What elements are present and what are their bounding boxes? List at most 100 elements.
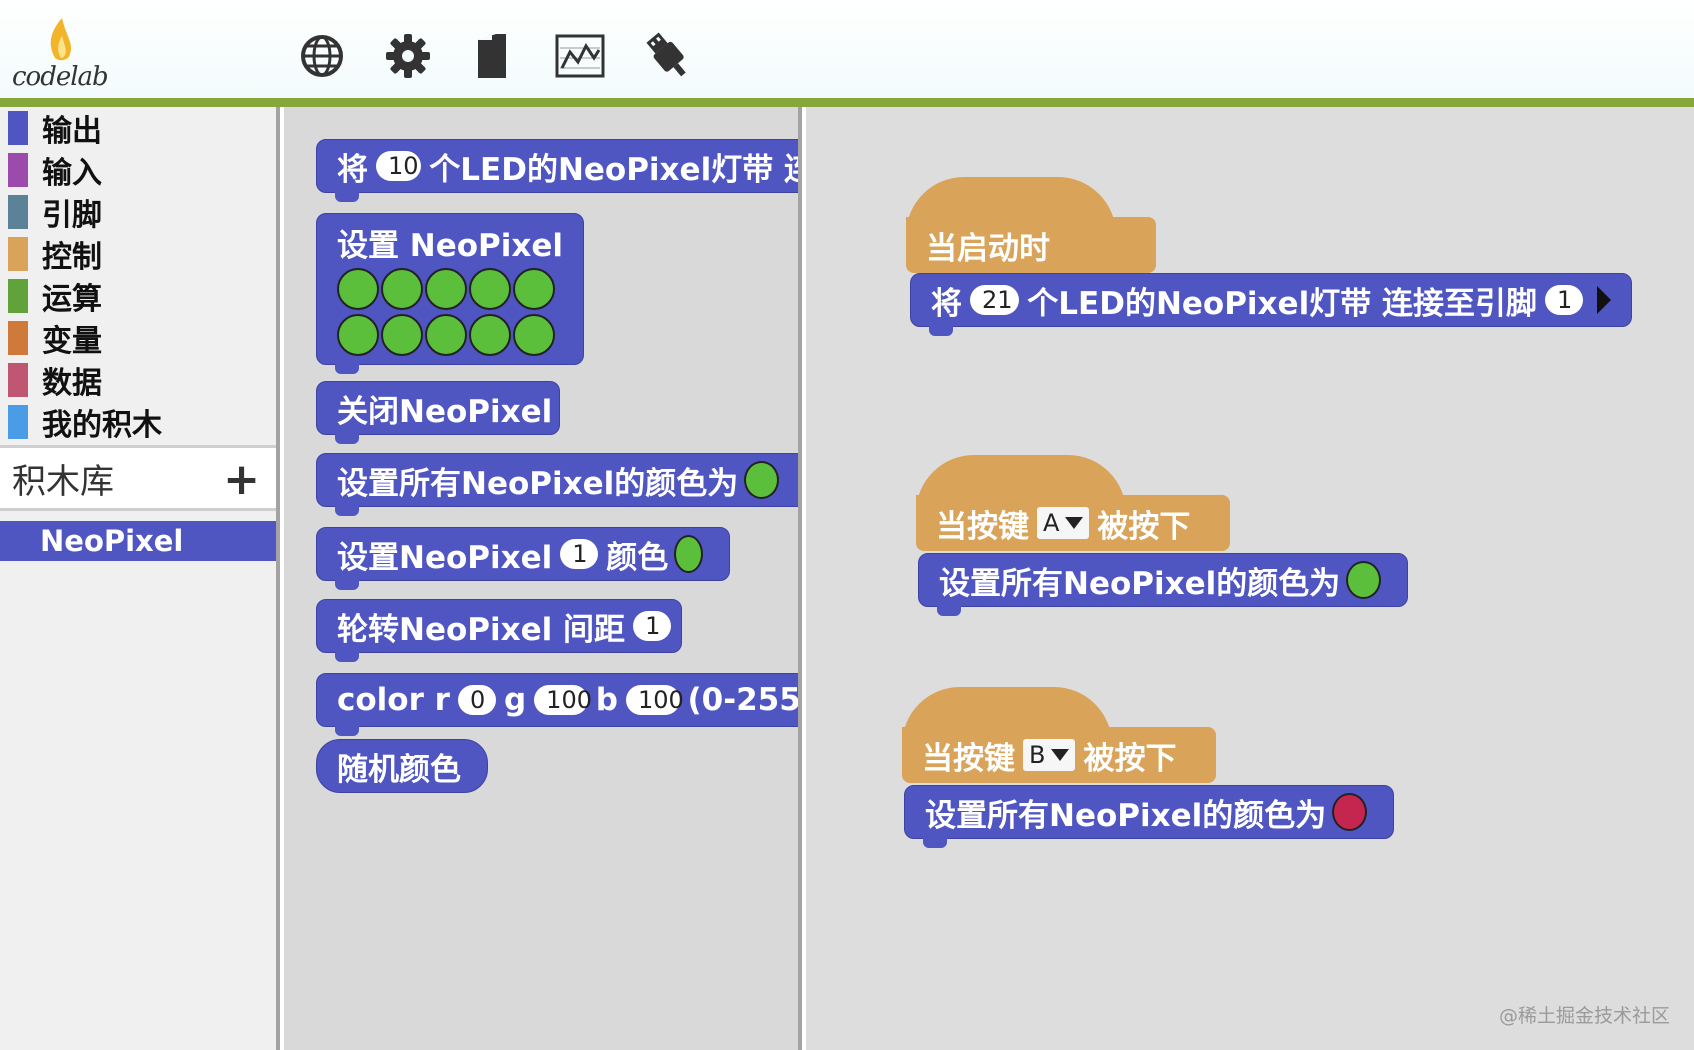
block-when-start[interactable]: 当启动时 bbox=[906, 217, 1156, 273]
codelab-logo: codelab bbox=[10, 14, 109, 96]
dropdown-value: B bbox=[1029, 741, 1046, 769]
block-connect-strip[interactable]: 将 10 个LED的NeoPixel灯带 连 bbox=[316, 139, 802, 202]
block-connect-strip-placed[interactable]: 将 21 个LED的NeoPixel灯带 连接至引脚 1 bbox=[910, 273, 1632, 336]
category-label: 引脚 bbox=[42, 198, 102, 233]
category-sidebar: 输出 输入 引脚 控制 运算 变量 数据 我的积木 积木库 + NeoPixel bbox=[0, 107, 280, 1050]
led-count-input[interactable]: 10 bbox=[376, 151, 422, 181]
block-text: 将 bbox=[931, 285, 962, 322]
pixel-color-swatch[interactable] bbox=[513, 314, 555, 356]
color-picker[interactable] bbox=[1332, 793, 1367, 831]
block-set-all-color-a[interactable]: 设置所有NeoPixel的颜色为 bbox=[918, 553, 1408, 616]
header: codelab bbox=[0, 0, 1694, 98]
category-my-blocks[interactable]: 我的积木 bbox=[0, 401, 276, 443]
block-text: 关闭NeoPixel bbox=[337, 393, 553, 430]
pixel-color-swatch[interactable] bbox=[381, 314, 423, 356]
pixel-color-swatch[interactable] bbox=[469, 314, 511, 356]
block-when-button-b[interactable]: 当按键 B 被按下 bbox=[902, 727, 1216, 783]
block-text: 个LED的NeoPixel灯带 连 bbox=[429, 151, 802, 188]
pixel-color-swatch[interactable] bbox=[337, 314, 379, 356]
category-variables[interactable]: 变量 bbox=[0, 317, 276, 359]
pin-input[interactable]: 1 bbox=[1545, 285, 1583, 315]
category-pins[interactable]: 引脚 bbox=[0, 191, 276, 233]
pixel-color-grid bbox=[337, 268, 557, 360]
globe-icon bbox=[301, 35, 343, 77]
block-color-rgb[interactable]: color r 0 g 100 b 100 (0-255) bbox=[316, 673, 801, 736]
category-label: 我的积木 bbox=[42, 408, 162, 443]
block-text: 设置所有NeoPixel的颜色为 bbox=[939, 565, 1341, 602]
dropdown-arrow-icon bbox=[1065, 517, 1084, 529]
color-picker[interactable] bbox=[674, 535, 703, 573]
file-button[interactable] bbox=[464, 28, 520, 84]
block-text: b bbox=[595, 682, 618, 718]
block-text: 当启动时 bbox=[926, 230, 1050, 267]
category-color bbox=[8, 153, 28, 187]
category-color bbox=[8, 405, 28, 439]
category-label: 运算 bbox=[42, 282, 102, 317]
pixel-color-swatch[interactable] bbox=[469, 268, 511, 310]
add-extension-icon[interactable]: + bbox=[223, 454, 260, 505]
category-label: 变量 bbox=[42, 324, 102, 359]
block-rotate-neopixel[interactable]: 轮转NeoPixel 间距 1 bbox=[316, 599, 682, 662]
watermark: @稀土掘金技术社区 bbox=[1498, 1005, 1670, 1027]
button-key-dropdown[interactable]: A bbox=[1037, 507, 1090, 539]
dropdown-arrow-icon bbox=[1051, 749, 1070, 761]
code-workspace[interactable]: 当启动时 将 21 个LED的NeoPixel灯带 连接至引脚 1 当按键 A … bbox=[806, 107, 1694, 1050]
block-text: color r bbox=[337, 682, 450, 718]
blue-input[interactable]: 100 bbox=[625, 685, 684, 715]
category-data[interactable]: 数据 bbox=[0, 359, 276, 401]
pin-dropdown-icon[interactable] bbox=[1597, 286, 1611, 314]
pixel-color-swatch[interactable] bbox=[425, 314, 467, 356]
category-label: 数据 bbox=[42, 366, 102, 401]
block-text: 将 bbox=[337, 151, 368, 188]
block-text: (0-255) bbox=[687, 682, 801, 718]
pixel-color-swatch[interactable] bbox=[425, 268, 467, 310]
block-text: 当按键 bbox=[936, 508, 1029, 545]
block-text: 设置 NeoPixel bbox=[337, 228, 564, 264]
block-text: 设置所有NeoPixel的颜色为 bbox=[925, 797, 1327, 834]
color-picker[interactable] bbox=[1346, 561, 1381, 599]
header-divider bbox=[0, 98, 1694, 107]
category-label: 输入 bbox=[42, 156, 102, 191]
serial-plot-button[interactable] bbox=[552, 28, 608, 84]
category-control[interactable]: 控制 bbox=[0, 233, 276, 275]
category-color bbox=[8, 321, 28, 355]
block-flyout: 将 10 个LED的NeoPixel灯带 连 设置 NeoPixel 关闭Neo… bbox=[284, 107, 802, 1050]
pixel-color-swatch[interactable] bbox=[513, 268, 555, 310]
settings-button[interactable] bbox=[380, 28, 436, 84]
category-operators[interactable]: 运算 bbox=[0, 275, 276, 317]
block-set-pixels[interactable]: 设置 NeoPixel bbox=[316, 213, 584, 374]
pixel-color-swatch[interactable] bbox=[337, 268, 379, 310]
category-color bbox=[8, 363, 28, 397]
pixel-color-swatch[interactable] bbox=[381, 268, 423, 310]
block-text: 颜色 bbox=[606, 539, 669, 576]
globe-button[interactable] bbox=[294, 28, 350, 84]
block-random-color[interactable]: 随机颜色 bbox=[316, 739, 488, 793]
button-key-dropdown[interactable]: B bbox=[1023, 739, 1076, 771]
block-text: 轮转NeoPixel 间距 bbox=[337, 611, 626, 648]
category-label: 控制 bbox=[42, 240, 102, 275]
led-count-input[interactable]: 21 bbox=[970, 285, 1020, 315]
usb-connect-button[interactable] bbox=[640, 28, 696, 84]
green-input[interactable]: 100 bbox=[534, 685, 592, 715]
extension-neopixel[interactable]: NeoPixel bbox=[0, 521, 276, 561]
block-set-pixel-color[interactable]: 设置NeoPixel 1 颜色 bbox=[316, 527, 730, 590]
block-set-all-color-b[interactable]: 设置所有NeoPixel的颜色为 bbox=[904, 785, 1394, 848]
color-picker[interactable] bbox=[744, 461, 779, 499]
block-text: 被按下 bbox=[1097, 508, 1191, 545]
category-color bbox=[8, 111, 28, 145]
dropdown-value: A bbox=[1043, 509, 1060, 537]
block-clear-neopixel[interactable]: 关闭NeoPixel bbox=[316, 381, 560, 444]
red-input[interactable]: 0 bbox=[457, 685, 496, 715]
category-color bbox=[8, 195, 28, 229]
block-text: 个LED的NeoPixel灯带 连接至引脚 bbox=[1027, 285, 1537, 322]
rotate-step-input[interactable]: 1 bbox=[633, 611, 672, 641]
block-text: g bbox=[503, 682, 527, 718]
block-when-button-a[interactable]: 当按键 A 被按下 bbox=[916, 495, 1230, 551]
pixel-index-input[interactable]: 1 bbox=[560, 539, 599, 569]
logo-text: codelab bbox=[12, 62, 109, 92]
category-input[interactable]: 输入 bbox=[0, 149, 276, 191]
category-output[interactable]: 输出 bbox=[0, 107, 276, 149]
block-set-all-color[interactable]: 设置所有NeoPixel的颜色为 bbox=[316, 453, 798, 516]
block-text: 设置NeoPixel bbox=[337, 539, 553, 576]
block-library-row[interactable]: 积木库 + bbox=[0, 445, 276, 511]
